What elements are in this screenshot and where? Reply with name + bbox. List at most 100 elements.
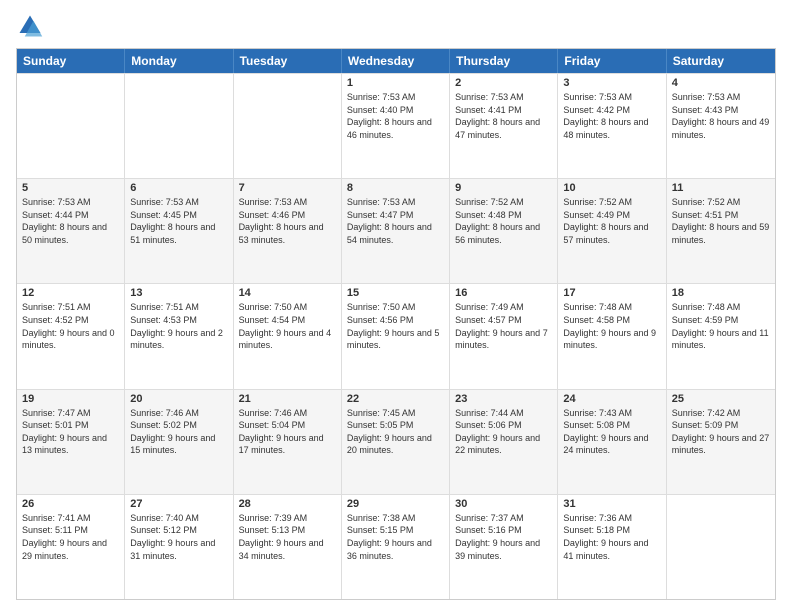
calendar-body: 1 Sunrise: 7:53 AM Sunset: 4:40 PM Daylig… [17, 73, 775, 599]
calendar-cell: 29 Sunrise: 7:38 AM Sunset: 5:15 PM Dayli… [342, 495, 450, 599]
page: SundayMondayTuesdayWednesdayThursdayFrid… [0, 0, 792, 612]
calendar-cell: 22 Sunrise: 7:45 AM Sunset: 5:05 PM Dayli… [342, 390, 450, 494]
cell-text: Sunrise: 7:48 AM Sunset: 4:58 PM Dayligh… [563, 301, 660, 351]
calendar-header: SundayMondayTuesdayWednesdayThursdayFrid… [17, 49, 775, 73]
calendar-cell: 12 Sunrise: 7:51 AM Sunset: 4:52 PM Dayli… [17, 284, 125, 388]
day-number: 15 [347, 287, 444, 299]
cell-text: Sunrise: 7:52 AM Sunset: 4:51 PM Dayligh… [672, 196, 770, 246]
calendar-cell: 4Sunrise: 7:53 AM Sunset: 4:43 PM Daylig… [667, 74, 775, 178]
day-number: 26 [22, 498, 119, 510]
calendar-cell: 5Sunrise: 7:53 AM Sunset: 4:44 PM Daylig… [17, 179, 125, 283]
day-number: 29 [347, 498, 444, 510]
day-number: 14 [239, 287, 336, 299]
day-number: 4 [672, 77, 770, 89]
day-number: 9 [455, 182, 552, 194]
cell-text: Sunrise: 7:51 AM Sunset: 4:52 PM Dayligh… [22, 301, 119, 351]
calendar-cell [667, 495, 775, 599]
calendar-cell: 8Sunrise: 7:53 AM Sunset: 4:47 PM Daylig… [342, 179, 450, 283]
calendar-cell: 30 Sunrise: 7:37 AM Sunset: 5:16 PM Dayli… [450, 495, 558, 599]
cell-text: Sunrise: 7:38 AM Sunset: 5:15 PM Dayligh… [347, 512, 444, 562]
calendar-cell: 25 Sunrise: 7:42 AM Sunset: 5:09 PM Dayli… [667, 390, 775, 494]
header-day-friday: Friday [558, 49, 666, 73]
cell-text: Sunrise: 7:52 AM Sunset: 4:49 PM Dayligh… [563, 196, 660, 246]
cell-text: Sunrise: 7:53 AM Sunset: 4:40 PM Dayligh… [347, 91, 444, 141]
calendar-cell: 19 Sunrise: 7:47 AM Sunset: 5:01 PM Dayli… [17, 390, 125, 494]
day-number: 24 [563, 393, 660, 405]
day-number: 16 [455, 287, 552, 299]
cell-text: Sunrise: 7:44 AM Sunset: 5:06 PM Dayligh… [455, 407, 552, 457]
cell-text: Sunrise: 7:36 AM Sunset: 5:18 PM Dayligh… [563, 512, 660, 562]
calendar-cell: 20Sunrise: 7:46 AM Sunset: 5:02 PM Dayli… [125, 390, 233, 494]
calendar-cell: 13Sunrise: 7:51 AM Sunset: 4:53 PM Dayli… [125, 284, 233, 388]
header-day-saturday: Saturday [667, 49, 775, 73]
calendar-cell: 31 Sunrise: 7:36 AM Sunset: 5:18 PM Dayli… [558, 495, 666, 599]
calendar-cell [17, 74, 125, 178]
calendar-row-3: 12 Sunrise: 7:51 AM Sunset: 4:52 PM Dayli… [17, 283, 775, 388]
cell-text: Sunrise: 7:42 AM Sunset: 5:09 PM Dayligh… [672, 407, 770, 457]
calendar-row-2: 5Sunrise: 7:53 AM Sunset: 4:44 PM Daylig… [17, 178, 775, 283]
cell-text: Sunrise: 7:53 AM Sunset: 4:42 PM Dayligh… [563, 91, 660, 141]
calendar-row-1: 1 Sunrise: 7:53 AM Sunset: 4:40 PM Daylig… [17, 73, 775, 178]
cell-text: Sunrise: 7:45 AM Sunset: 5:05 PM Dayligh… [347, 407, 444, 457]
header-day-thursday: Thursday [450, 49, 558, 73]
header-day-monday: Monday [125, 49, 233, 73]
cell-text: Sunrise: 7:40 AM Sunset: 5:12 PM Dayligh… [130, 512, 227, 562]
cell-text: Sunrise: 7:51 AM Sunset: 4:53 PM Dayligh… [130, 301, 227, 351]
cell-text: Sunrise: 7:53 AM Sunset: 4:44 PM Dayligh… [22, 196, 119, 246]
cell-text: Sunrise: 7:53 AM Sunset: 4:45 PM Dayligh… [130, 196, 227, 246]
cell-text: Sunrise: 7:41 AM Sunset: 5:11 PM Dayligh… [22, 512, 119, 562]
cell-text: Sunrise: 7:39 AM Sunset: 5:13 PM Dayligh… [239, 512, 336, 562]
day-number: 23 [455, 393, 552, 405]
calendar-cell: 21 Sunrise: 7:46 AM Sunset: 5:04 PM Dayli… [234, 390, 342, 494]
calendar-cell: 14 Sunrise: 7:50 AM Sunset: 4:54 PM Dayli… [234, 284, 342, 388]
day-number: 25 [672, 393, 770, 405]
calendar-cell [125, 74, 233, 178]
cell-text: Sunrise: 7:47 AM Sunset: 5:01 PM Dayligh… [22, 407, 119, 457]
calendar-cell: 16 Sunrise: 7:49 AM Sunset: 4:57 PM Dayli… [450, 284, 558, 388]
header-day-tuesday: Tuesday [234, 49, 342, 73]
logo [16, 12, 48, 40]
day-number: 7 [239, 182, 336, 194]
day-number: 10 [563, 182, 660, 194]
day-number: 18 [672, 287, 770, 299]
calendar-cell: 15Sunrise: 7:50 AM Sunset: 4:56 PM Dayli… [342, 284, 450, 388]
cell-text: Sunrise: 7:37 AM Sunset: 5:16 PM Dayligh… [455, 512, 552, 562]
calendar-cell: 17 Sunrise: 7:48 AM Sunset: 4:58 PM Dayli… [558, 284, 666, 388]
calendar-cell [234, 74, 342, 178]
calendar-cell: 2Sunrise: 7:53 AM Sunset: 4:41 PM Daylig… [450, 74, 558, 178]
day-number: 30 [455, 498, 552, 510]
day-number: 1 [347, 77, 444, 89]
calendar-cell: 28Sunrise: 7:39 AM Sunset: 5:13 PM Dayli… [234, 495, 342, 599]
calendar-cell: 6 Sunrise: 7:53 AM Sunset: 4:45 PM Daylig… [125, 179, 233, 283]
day-number: 12 [22, 287, 119, 299]
day-number: 6 [130, 182, 227, 194]
header-day-wednesday: Wednesday [342, 49, 450, 73]
cell-text: Sunrise: 7:53 AM Sunset: 4:46 PM Dayligh… [239, 196, 336, 246]
day-number: 21 [239, 393, 336, 405]
day-number: 2 [455, 77, 552, 89]
calendar-cell: 27Sunrise: 7:40 AM Sunset: 5:12 PM Dayli… [125, 495, 233, 599]
cell-text: Sunrise: 7:43 AM Sunset: 5:08 PM Dayligh… [563, 407, 660, 457]
calendar-cell: 24 Sunrise: 7:43 AM Sunset: 5:08 PM Dayli… [558, 390, 666, 494]
calendar-cell: 18 Sunrise: 7:48 AM Sunset: 4:59 PM Dayli… [667, 284, 775, 388]
day-number: 17 [563, 287, 660, 299]
calendar-cell: 1 Sunrise: 7:53 AM Sunset: 4:40 PM Daylig… [342, 74, 450, 178]
day-number: 3 [563, 77, 660, 89]
cell-text: Sunrise: 7:48 AM Sunset: 4:59 PM Dayligh… [672, 301, 770, 351]
calendar-cell: 10 Sunrise: 7:52 AM Sunset: 4:49 PM Dayli… [558, 179, 666, 283]
day-number: 19 [22, 393, 119, 405]
calendar-row-4: 19 Sunrise: 7:47 AM Sunset: 5:01 PM Dayli… [17, 389, 775, 494]
logo-icon [16, 12, 44, 40]
calendar-cell: 26 Sunrise: 7:41 AM Sunset: 5:11 PM Dayli… [17, 495, 125, 599]
day-number: 31 [563, 498, 660, 510]
cell-text: Sunrise: 7:49 AM Sunset: 4:57 PM Dayligh… [455, 301, 552, 351]
cell-text: Sunrise: 7:46 AM Sunset: 5:04 PM Dayligh… [239, 407, 336, 457]
cell-text: Sunrise: 7:50 AM Sunset: 4:54 PM Dayligh… [239, 301, 336, 351]
cell-text: Sunrise: 7:46 AM Sunset: 5:02 PM Dayligh… [130, 407, 227, 457]
day-number: 22 [347, 393, 444, 405]
header-day-sunday: Sunday [17, 49, 125, 73]
cell-text: Sunrise: 7:52 AM Sunset: 4:48 PM Dayligh… [455, 196, 552, 246]
header [16, 12, 776, 40]
calendar-cell: 9 Sunrise: 7:52 AM Sunset: 4:48 PM Daylig… [450, 179, 558, 283]
calendar-cell: 3 Sunrise: 7:53 AM Sunset: 4:42 PM Daylig… [558, 74, 666, 178]
